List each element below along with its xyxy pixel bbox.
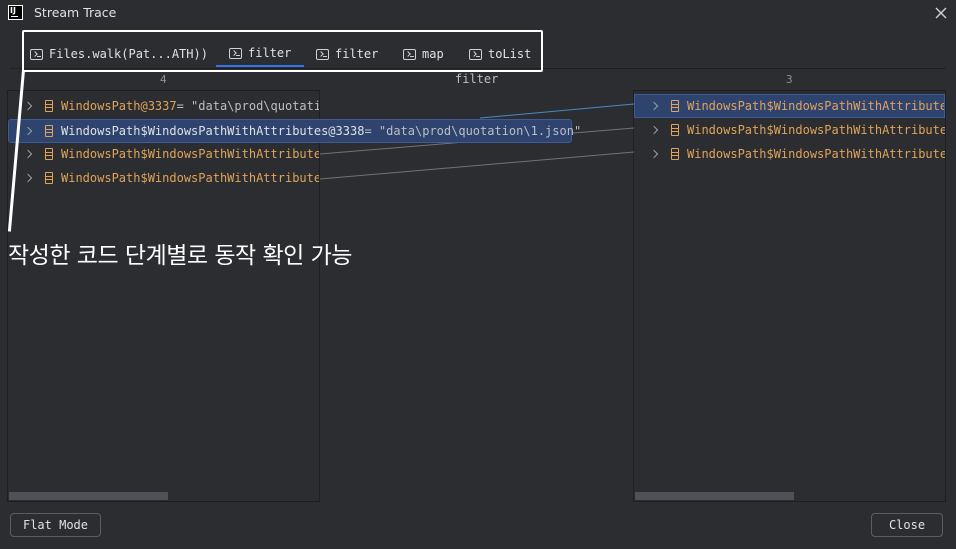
object-reference: WindowsPath$WindowsPathWithAttributes — [687, 147, 945, 161]
mapping-line — [319, 151, 635, 180]
object-reference: WindowsPath$WindowsPathWithAttributes — [61, 171, 319, 185]
object-reference: WindowsPath@3337 — [61, 99, 177, 113]
flat-mode-button[interactable]: Flat Mode — [10, 513, 101, 537]
object-icon — [45, 125, 53, 137]
object-icon — [45, 100, 53, 112]
operation-name: filter — [455, 72, 499, 86]
object-value: = "data\prod\quotation\1.json" — [364, 124, 582, 138]
chevron-right-icon[interactable] — [23, 101, 33, 111]
object-reference: WindowsPath$WindowsPathWithAttributes@33… — [61, 124, 365, 138]
left-count: 4 — [160, 73, 167, 86]
intellij-logo-icon: IJ — [8, 5, 23, 20]
annotation-highlight-box — [22, 30, 543, 72]
annotation-caption: 작성한 코드 단계별로 동작 확인 가능 — [8, 243, 352, 269]
list-item-selected[interactable]: WindowsPath$WindowsPathWithAttributes — [634, 94, 945, 118]
right-count: 3 — [786, 73, 793, 86]
close-icon[interactable] — [934, 6, 948, 20]
window-title: Stream Trace — [34, 5, 117, 20]
list-item[interactable]: WindowsPath$WindowsPathWithAttributes — [634, 142, 945, 166]
list-item[interactable]: WindowsPath@3337 = "data\prod\quotati — [8, 94, 319, 118]
title-bar: IJ Stream Trace — [0, 0, 956, 28]
chevron-right-icon[interactable] — [649, 149, 659, 159]
object-reference: WindowsPath$WindowsPathWithAttributes — [61, 147, 319, 161]
object-icon — [671, 100, 679, 112]
chevron-right-icon[interactable] — [23, 149, 33, 159]
list-item-selected[interactable]: WindowsPath$WindowsPathWithAttributes@33… — [8, 119, 581, 143]
object-reference: WindowsPath$WindowsPathWithAttributes — [687, 99, 945, 113]
object-reference: WindowsPath$WindowsPathWithAttributes — [687, 123, 945, 137]
horizontal-scrollbar[interactable] — [635, 492, 794, 500]
chevron-right-icon[interactable] — [649, 101, 659, 111]
horizontal-scrollbar[interactable] — [9, 492, 168, 500]
mapping-line-active — [479, 103, 635, 119]
chevron-right-icon[interactable] — [23, 126, 33, 136]
list-item[interactable]: WindowsPath$WindowsPathWithAttributes — [8, 166, 319, 190]
chevron-right-icon[interactable] — [649, 125, 659, 135]
object-value: = "data\prod\quotati — [176, 99, 319, 113]
chevron-right-icon[interactable] — [23, 173, 33, 183]
object-icon — [671, 124, 679, 136]
object-icon — [45, 148, 53, 160]
list-item[interactable]: WindowsPath$WindowsPathWithAttributes — [634, 118, 945, 142]
close-button[interactable]: Close — [871, 513, 943, 537]
object-icon — [45, 172, 53, 184]
object-icon — [671, 148, 679, 160]
list-item[interactable]: WindowsPath$WindowsPathWithAttributes — [8, 142, 319, 166]
